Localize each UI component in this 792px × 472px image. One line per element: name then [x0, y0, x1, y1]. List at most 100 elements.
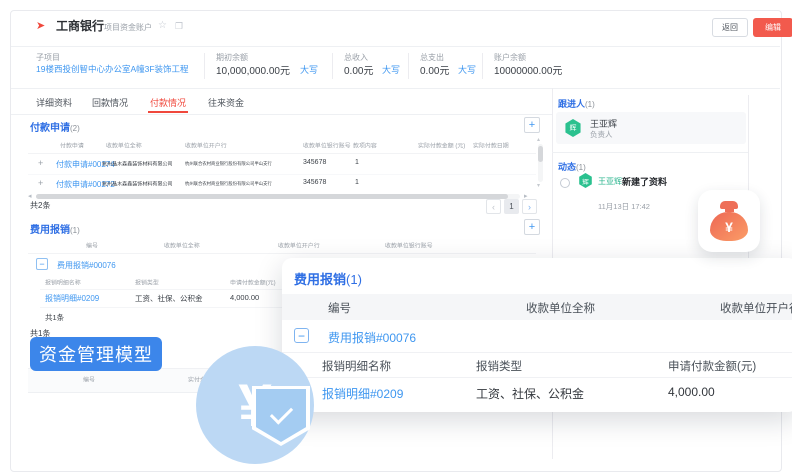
- hscroll-left-arrow-icon[interactable]: ◂: [28, 192, 32, 200]
- column-header: 付款申请: [60, 141, 88, 151]
- detail-column-header: 报销类型: [135, 278, 163, 288]
- detail-column-header: 报销明细名称: [322, 358, 391, 374]
- row-collapse-button[interactable]: −: [36, 258, 48, 270]
- pagination-page-button[interactable]: 1: [504, 199, 519, 214]
- expense-detail-total: 共1条: [45, 312, 64, 323]
- tabs-divider: [11, 114, 552, 115]
- hscroll-thumb[interactable]: [36, 194, 508, 199]
- detail-column-header: 申请付款金额(元): [230, 278, 284, 288]
- total-income-caps-link[interactable]: 大写: [382, 63, 400, 76]
- column-header: 收款单位全称: [106, 141, 148, 151]
- table-header-divider: [28, 253, 536, 254]
- back-button[interactable]: 返回: [712, 18, 748, 37]
- row-divider: [28, 174, 536, 175]
- column-header: 收款单位开户行: [185, 141, 234, 151]
- section-count: (1): [585, 100, 595, 109]
- table-header-divider: [28, 153, 536, 154]
- column-header: 收款单位银行账号: [385, 241, 441, 251]
- pagination-prev-button[interactable]: ‹: [486, 199, 501, 214]
- column-header: 编号: [83, 375, 97, 385]
- header-divider: [11, 46, 780, 47]
- opening-balance-caps-link[interactable]: 大写: [300, 63, 318, 76]
- section-count: (2): [70, 124, 80, 133]
- add-payment-request-button[interactable]: +: [524, 117, 540, 133]
- tab-detail-info[interactable]: 详细资料: [36, 96, 72, 109]
- section-title-text: 费用报销: [294, 272, 346, 287]
- star-favorite-icon[interactable]: ☆: [158, 20, 167, 31]
- edit-button[interactable]: 编辑: [753, 18, 792, 37]
- summary-divider: [204, 53, 205, 79]
- activity-user-link[interactable]: 王亚辉: [598, 176, 622, 187]
- overlay-divider: [282, 377, 792, 378]
- opening-balance-value: 10,000,000.00元: [216, 62, 290, 77]
- detail-column-header: 报销明细名称: [45, 278, 87, 288]
- column-header: 收款单位全称: [526, 300, 595, 316]
- vscroll-thumb[interactable]: [538, 146, 543, 162]
- row-expander[interactable]: +: [38, 178, 43, 188]
- expense-type-cell: 工资、社保、公积金: [135, 293, 203, 304]
- fullscreen-icon[interactable]: ❐: [175, 21, 183, 32]
- page-title: 工商银行: [56, 17, 104, 34]
- add-expense-button[interactable]: +: [524, 219, 540, 235]
- section-title-text: 付款申请: [30, 123, 70, 134]
- tab-repayment[interactable]: 回款情况: [92, 96, 128, 109]
- overlay-divider: [282, 352, 792, 353]
- payment-request-section-title: 付款申请(2): [30, 119, 80, 134]
- section-title-text: 动态: [558, 162, 576, 172]
- section-count: (1): [576, 163, 586, 172]
- row-expander[interactable]: +: [38, 158, 43, 168]
- payment-request-total: 共2条: [30, 200, 50, 211]
- followers-section-title: 跟进人(1): [558, 97, 595, 110]
- column-header: 收款单位银行账号: [303, 141, 359, 151]
- total-income-value: 0.00元: [344, 62, 373, 77]
- column-header: 编号: [86, 241, 100, 251]
- column-header: 收款单位全称: [164, 241, 206, 251]
- expense-detail-link[interactable]: 报销明细#0209: [322, 385, 403, 402]
- section-count: (1): [346, 272, 362, 287]
- vscroll-up-arrow-icon[interactable]: ▴: [537, 136, 540, 143]
- bank-account-cell: 345678: [303, 159, 326, 166]
- column-header: 编号: [328, 300, 351, 316]
- expense-type-cell: 工资、社保、公积金: [476, 385, 584, 402]
- expense-record-link[interactable]: 费用报销#00076: [328, 329, 416, 346]
- follower-card[interactable]: [556, 112, 746, 144]
- row-collapse-button[interactable]: −: [294, 328, 309, 343]
- expense-record-link[interactable]: 费用报销#00076: [57, 260, 116, 271]
- tab-active-underline: [148, 111, 188, 113]
- activity-section-title: 动态(1): [558, 160, 586, 173]
- expense-detail-link[interactable]: 报销明细#0209: [45, 293, 99, 304]
- tab-payment[interactable]: 付款情况: [150, 96, 186, 109]
- vscroll-down-arrow-icon[interactable]: ▾: [537, 182, 540, 189]
- expense-section-title: 费用报销(1): [30, 221, 80, 236]
- subproject-label: 子项目: [36, 52, 60, 63]
- feature-badge: 资金管理模型: [30, 337, 162, 371]
- total-expense-caps-link[interactable]: 大写: [458, 63, 476, 76]
- subproject-value[interactable]: 19楼西投创智中心办公室A幢3F装饰工程: [36, 63, 189, 75]
- column-header: 实际付款金额 (元): [418, 141, 474, 151]
- payment-content-cell: 1: [355, 179, 359, 186]
- activity-action-text: 新建了资料: [622, 175, 667, 188]
- activity-timestamp: 11月13日 17:42: [598, 201, 650, 212]
- summary-divider: [482, 53, 483, 79]
- record-type-label: 项目资金账户: [104, 22, 152, 33]
- bank-account-cell: 345678: [303, 179, 326, 186]
- sidebar-divider: [552, 152, 748, 153]
- section-title-text: 跟进人: [558, 99, 585, 109]
- expense-zoom-overlay: 费用报销(1) 编号 收款单位全称 收款单位开户行 − 费用报销#00076 报…: [282, 258, 792, 412]
- tab-funds-flow[interactable]: 往来资金: [208, 96, 244, 109]
- money-bag-knot: [720, 201, 738, 209]
- overlay-section-title: 费用报销(1): [294, 269, 362, 288]
- section-title-text: 费用报销: [30, 225, 70, 236]
- money-bag-app-card: ¥: [698, 190, 760, 252]
- pagination-next-button[interactable]: ›: [522, 199, 537, 214]
- account-balance-value: 10000000.00元: [494, 62, 562, 77]
- column-header: 收款单位开户行: [720, 300, 792, 316]
- section-count: (1): [70, 226, 80, 235]
- summary-bottom-divider: [11, 88, 780, 89]
- summary-divider: [332, 53, 333, 79]
- check-mark: [269, 401, 292, 424]
- expense-amount-cell: 4,000.00: [668, 385, 715, 399]
- column-header: 实际付款日期: [473, 141, 515, 151]
- payment-content-cell: 1: [355, 159, 359, 166]
- detail-column-header: 申请付款金额(元): [668, 358, 756, 374]
